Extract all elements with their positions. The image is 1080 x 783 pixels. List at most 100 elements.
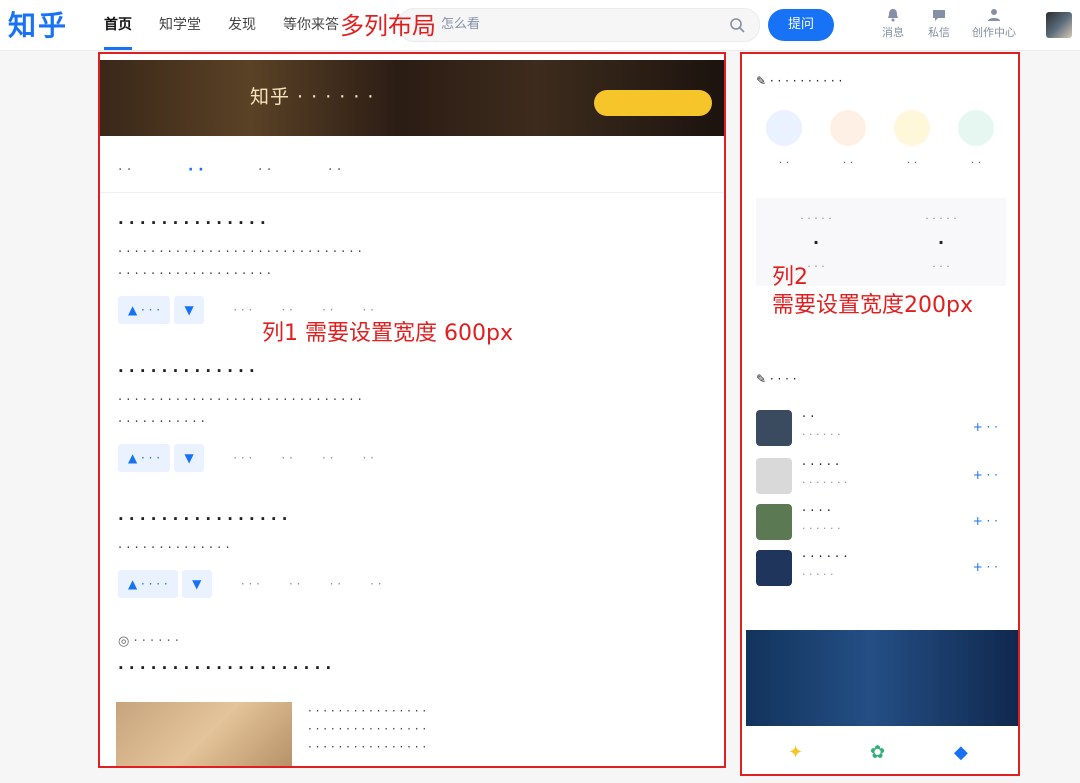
shortcut-item[interactable]: · · (756, 110, 812, 169)
follow-button[interactable]: + · · (973, 514, 998, 528)
feed-thumbnail[interactable] (116, 702, 292, 766)
favorite-button[interactable]: · · (322, 451, 333, 465)
creator-card-header: ✎ · · · · · · · · · · (756, 74, 843, 88)
creator-shortcuts: · · · · · · · · (756, 110, 1006, 188)
feed-title[interactable]: · · · · · · · · · · · · · · (118, 214, 708, 232)
share-button[interactable]: · · (281, 303, 292, 317)
stat-item[interactable]: · · · · · · · · · (886, 212, 996, 273)
shortcut-icon (830, 110, 866, 146)
sidebar-promo-image[interactable] (746, 630, 1018, 726)
share-button[interactable]: · · (289, 577, 300, 591)
ask-question-button[interactable]: 提问 (768, 9, 834, 41)
shortcut-label: · · (970, 156, 982, 169)
follow-button[interactable]: + · · (973, 468, 998, 482)
follow-button[interactable]: + · · (973, 560, 998, 574)
shortcut-icon (958, 110, 994, 146)
user-avatar[interactable] (1046, 12, 1072, 38)
creator-name[interactable]: · · · · (802, 504, 831, 519)
nav-home[interactable]: 首页 (104, 0, 132, 50)
feed-item[interactable]: · · · · · · · · · · · · · · · · · · · · … (118, 214, 708, 326)
feed-actions: ▲ · · · ▼ · · · · · · · · · (118, 296, 708, 326)
share-button[interactable]: · · (281, 451, 292, 465)
tab-recommend[interactable]: · · (188, 162, 204, 178)
feed-excerpt: · · · · · · · · · · · · · · (118, 541, 230, 556)
shortcut-icon (766, 110, 802, 146)
like-button[interactable]: · · (362, 303, 373, 317)
leaf-icon[interactable]: ✿ (870, 742, 890, 763)
like-button[interactable]: · · (362, 451, 373, 465)
creator-center-button[interactable]: 创作中心 (972, 8, 1016, 40)
feed-item[interactable]: ◎ · · · · · · · · · · · · · · · · · · · … (118, 634, 708, 687)
messages-label: 消息 (882, 26, 904, 39)
nav-zhixuetang[interactable]: 知学堂 (159, 0, 201, 50)
creator-name[interactable]: · · · · · · (802, 550, 847, 565)
search-placeholder: 怎么看 (441, 17, 481, 32)
feed-title[interactable]: · · · · · · · · · · · · · · · · (118, 510, 708, 528)
tab-video[interactable]: · · (328, 162, 341, 178)
comment-button[interactable]: · · · (233, 451, 252, 465)
shortcut-item[interactable]: · · (948, 110, 1004, 169)
creator-avatar[interactable] (756, 458, 792, 494)
user-icon (988, 9, 1000, 21)
feed-title[interactable]: · · · · · · · · · · · · · (118, 362, 708, 380)
shortcut-item[interactable]: · · (820, 110, 876, 169)
favorite-button[interactable]: · · (330, 577, 341, 591)
feed-item[interactable]: · · · · · · · · · · · · · · · · · · · · … (118, 362, 708, 474)
creator-item: · · · · · · · · · · · · + · · (756, 458, 1006, 494)
feed-excerpt: · · · · · · · · · · · · · · · · · · · · … (118, 393, 362, 430)
recommended-creators-header: ✎ · · · · (756, 372, 797, 386)
star-icon[interactable]: ✦ (788, 742, 808, 763)
comment-button[interactable]: · · · (241, 577, 260, 591)
upvote-button[interactable]: ▲ · · · (118, 296, 171, 324)
downvote-button[interactable]: ▼ (174, 444, 205, 472)
feed-actions: ▲ · · · ▼ · · · · · · · · · (118, 444, 708, 474)
comment-button[interactable]: · · · (233, 303, 252, 317)
shortcut-label: · · (778, 156, 790, 169)
shortcut-label: · · (906, 156, 918, 169)
creator-item: · · · · · · · · · · · + · · (756, 550, 1006, 586)
top-navigation-bar: 知乎 首页 知学堂 发现 等你来答 怎么看 提问 消息 私信 创作中心 (0, 0, 1080, 51)
feed-excerpt: · · · · · · · · · · · · · · · · · · · · ·… (308, 704, 427, 754)
shortcut-icon (894, 110, 930, 146)
downvote-button[interactable]: ▼ (181, 570, 212, 598)
creator-center-label: 创作中心 (972, 26, 1016, 39)
nav-discover[interactable]: 发现 (228, 0, 256, 50)
private-messages-button[interactable]: 私信 (928, 8, 950, 40)
chat-icon (933, 10, 945, 21)
nav-waiting-answers[interactable]: 等你来答 (283, 0, 339, 50)
promo-banner[interactable]: 知乎 · · · · · · (100, 60, 724, 136)
private-messages-label: 私信 (928, 26, 950, 39)
creator-avatar[interactable] (756, 504, 792, 540)
zhihu-logo[interactable]: 知乎 (8, 4, 68, 44)
creator-desc: · · · · · (802, 568, 834, 581)
column-1: 知乎 · · · · · · · · · · · · · · · · · · ·… (98, 52, 726, 768)
like-button[interactable]: · · (370, 577, 381, 591)
banner-graphic: 知乎 · · · · · · (250, 86, 375, 108)
feed-title[interactable]: · · · · · · · · · · · · · · · · · · · · (118, 659, 708, 677)
tab-follow[interactable]: · · (118, 162, 131, 178)
follow-button[interactable]: + · · (973, 420, 998, 434)
downvote-button[interactable]: ▼ (174, 296, 205, 324)
creator-name[interactable]: · · · · · (802, 458, 839, 473)
upvote-button[interactable]: ▲ · · · (118, 444, 171, 472)
box-icon[interactable]: ◆ (954, 742, 974, 763)
upvote-button[interactable]: ▲ · · · · (118, 570, 178, 598)
creator-avatar[interactable] (756, 550, 792, 586)
creator-desc: · · · · · · (802, 428, 841, 441)
favorite-button[interactable]: · · (322, 303, 333, 317)
bell-icon (888, 9, 898, 22)
feed-item[interactable]: · · · · · · · · · · · · · · · · · · · · … (118, 510, 708, 600)
messages-button[interactable]: 消息 (882, 8, 904, 40)
creator-desc: · · · · · · · (802, 476, 848, 489)
banner-button[interactable] (594, 90, 712, 116)
creator-name[interactable]: · · (802, 410, 814, 425)
search-icon[interactable] (729, 17, 745, 33)
shortcut-item[interactable]: · · (884, 110, 940, 169)
stat-item[interactable]: · · · · · · · · · (761, 212, 871, 273)
search-box[interactable]: 怎么看 (398, 8, 760, 42)
creator-avatar[interactable] (756, 410, 792, 446)
feed-source: ◎ · · · · · · (118, 634, 179, 649)
tab-hot[interactable]: · · (258, 162, 271, 178)
feed-tabs: · · · · · · · · (100, 152, 724, 193)
creator-card: ✎ · · · · · · · · · · · · · · · · · · · … (756, 74, 1006, 286)
